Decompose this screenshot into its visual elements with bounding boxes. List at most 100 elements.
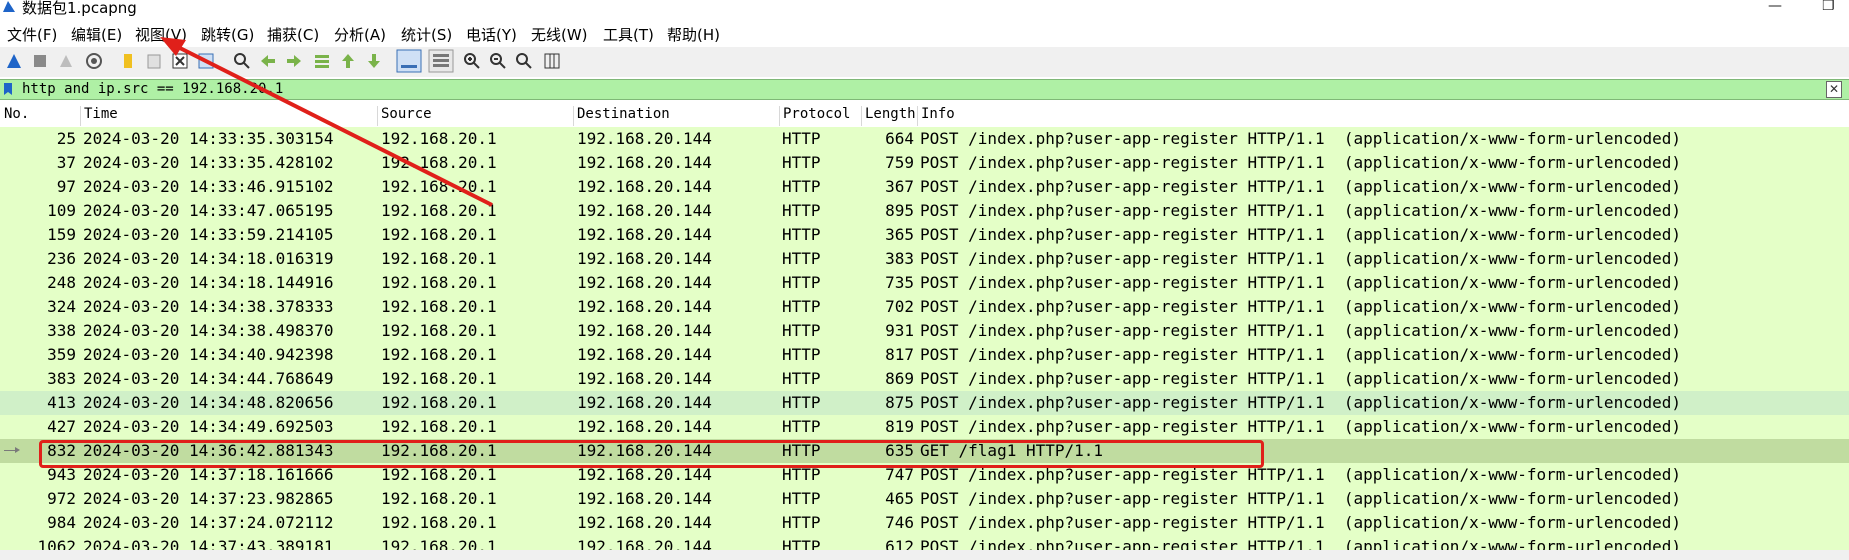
menu-help[interactable]: 帮助(H): [667, 24, 720, 45]
bookmark-icon[interactable]: [3, 82, 13, 96]
menu-view[interactable]: 视图(V): [135, 24, 187, 45]
table-row[interactable]: 159 2024-03-20 14:33:59.214105 192.168.20.…: [0, 223, 1849, 247]
table-row[interactable]: 324 2024-03-20 14:34:38.378333 192.168.20.…: [0, 295, 1849, 319]
packet-source: 192.168.20.1: [381, 441, 497, 460]
table-row[interactable]: 984 2024-03-20 14:37:24.072112 192.168.20.…: [0, 511, 1849, 535]
packet-protocol: HTTP: [782, 129, 821, 148]
column-header-destination[interactable]: Destination: [573, 106, 670, 126]
packet-number: 359: [47, 345, 76, 364]
packet-destination: 192.168.20.144: [577, 417, 712, 436]
minimize-icon[interactable]: —: [1768, 0, 1782, 14]
packet-destination: 192.168.20.144: [577, 201, 712, 220]
reload-icon[interactable]: [196, 51, 216, 71]
packet-length: 735: [885, 273, 914, 292]
autoscroll-icon[interactable]: [396, 49, 422, 73]
packet-source: 192.168.20.1: [381, 489, 497, 508]
colorize-icon[interactable]: [428, 49, 454, 73]
menu-tools[interactable]: 工具(T): [603, 24, 654, 45]
table-row[interactable]: 359 2024-03-20 14:34:40.942398 192.168.20.…: [0, 343, 1849, 367]
packet-destination: 192.168.20.144: [577, 369, 712, 388]
packet-length: 759: [885, 153, 914, 172]
packet-length: 819: [885, 417, 914, 436]
find-icon[interactable]: [232, 51, 252, 71]
back-icon[interactable]: [258, 51, 278, 71]
close-file-icon[interactable]: [170, 51, 190, 71]
packet-destination: 192.168.20.144: [577, 129, 712, 148]
go-to-packet-icon[interactable]: [312, 51, 332, 71]
display-filter-bar: http and ip.src == 192.168.20.1 ✕: [0, 79, 1849, 100]
clear-filter-icon[interactable]: ✕: [1826, 81, 1842, 98]
table-row[interactable]: 25 2024-03-20 14:33:35.303154 192.168.20.1…: [0, 127, 1849, 151]
packet-destination: 192.168.20.144: [577, 345, 712, 364]
packet-info: POST /index.php?user-app-register HTTP/1…: [920, 489, 1681, 508]
first-packet-icon[interactable]: [338, 51, 358, 71]
zoom-reset-icon[interactable]: [514, 51, 534, 71]
packet-source: 192.168.20.1: [381, 297, 497, 316]
horizontal-scrollbar[interactable]: [0, 550, 1849, 560]
table-row[interactable]: 37 2024-03-20 14:33:35.428102 192.168.20.1…: [0, 151, 1849, 175]
packet-destination: 192.168.20.144: [577, 441, 712, 460]
save-file-icon[interactable]: [144, 51, 164, 71]
packet-protocol: HTTP: [782, 465, 821, 484]
packet-number: 236: [47, 249, 76, 268]
menu-edit[interactable]: 编辑(E): [71, 24, 122, 45]
table-row[interactable]: 109 2024-03-20 14:33:47.065195 192.168.20.…: [0, 199, 1849, 223]
packet-length: 702: [885, 297, 914, 316]
title-bar: 数据包1.pcapng — ❐: [0, 0, 1849, 17]
packet-number: 413: [47, 393, 76, 412]
packet-source: 192.168.20.1: [381, 513, 497, 532]
packet-time: 2024-03-20 14:37:23.982865: [83, 489, 334, 508]
zoom-in-icon[interactable]: [462, 51, 482, 71]
table-row[interactable]: 383 2024-03-20 14:34:44.768649 192.168.20.…: [0, 367, 1849, 391]
table-row[interactable]: 97 2024-03-20 14:33:46.915102 192.168.20.1…: [0, 175, 1849, 199]
column-header-time[interactable]: Time: [80, 106, 118, 126]
menu-analyze[interactable]: 分析(A): [334, 24, 386, 45]
column-header-length[interactable]: Length: [861, 106, 916, 126]
packet-number: 383: [47, 369, 76, 388]
packet-info: POST /index.php?user-app-register HTTP/1…: [920, 201, 1681, 220]
packet-protocol: HTTP: [782, 417, 821, 436]
menu-wireless[interactable]: 无线(W): [531, 24, 588, 45]
table-row[interactable]: 236 2024-03-20 14:34:18.016319 192.168.20.…: [0, 247, 1849, 271]
capture-options-icon[interactable]: [84, 51, 104, 71]
menu-capture[interactable]: 捕获(C): [267, 24, 319, 45]
packet-info: POST /index.php?user-app-register HTTP/1…: [920, 321, 1681, 340]
menu-statistics[interactable]: 统计(S): [401, 24, 452, 45]
display-filter-input[interactable]: http and ip.src == 192.168.20.1: [22, 81, 283, 97]
packet-protocol: HTTP: [782, 441, 821, 460]
zoom-out-icon[interactable]: [488, 51, 508, 71]
packet-info: POST /index.php?user-app-register HTTP/1…: [920, 393, 1681, 412]
menu-telephony[interactable]: 电话(Y): [466, 24, 517, 45]
packet-source: 192.168.20.1: [381, 321, 497, 340]
table-row[interactable]: 338 2024-03-20 14:34:38.498370 192.168.20.…: [0, 319, 1849, 343]
table-row-selected[interactable]: 832 2024-03-20 14:36:42.881343 192.168.20.…: [0, 439, 1849, 463]
column-header-no[interactable]: No.: [0, 106, 29, 126]
packet-length: 875: [885, 393, 914, 412]
shark-fin-start-icon[interactable]: [4, 51, 24, 71]
packet-info: POST /index.php?user-app-register HTTP/1…: [920, 297, 1681, 316]
stop-icon[interactable]: [30, 51, 50, 71]
restart-icon[interactable]: [56, 51, 76, 71]
column-header-source[interactable]: Source: [377, 106, 432, 126]
open-file-icon[interactable]: [118, 51, 138, 71]
menu-go[interactable]: 跳转(G): [201, 24, 254, 45]
forward-icon[interactable]: [284, 51, 304, 71]
maximize-icon[interactable]: ❐: [1822, 0, 1835, 14]
column-header-protocol[interactable]: Protocol: [779, 106, 850, 126]
table-row[interactable]: 413 2024-03-20 14:34:48.820656 192.168.20.…: [0, 391, 1849, 415]
menu-file[interactable]: 文件(F): [7, 24, 57, 45]
last-packet-icon[interactable]: [364, 51, 384, 71]
packet-info: POST /index.php?user-app-register HTTP/1…: [920, 513, 1681, 532]
packet-time: 2024-03-20 14:33:35.428102: [83, 153, 334, 172]
table-row[interactable]: 248 2024-03-20 14:34:18.144916 192.168.20.…: [0, 271, 1849, 295]
table-row[interactable]: 972 2024-03-20 14:37:23.982865 192.168.20.…: [0, 487, 1849, 511]
table-row[interactable]: 427 2024-03-20 14:34:49.692503 192.168.20.…: [0, 415, 1849, 439]
resize-columns-icon[interactable]: [542, 51, 562, 71]
packet-length: 895: [885, 201, 914, 220]
packet-protocol: HTTP: [782, 153, 821, 172]
packet-destination: 192.168.20.144: [577, 273, 712, 292]
table-row[interactable]: 943 2024-03-20 14:37:18.161666 192.168.20.…: [0, 463, 1849, 487]
column-header-info[interactable]: Info: [917, 106, 955, 126]
packet-destination: 192.168.20.144: [577, 249, 712, 268]
packet-protocol: HTTP: [782, 321, 821, 340]
